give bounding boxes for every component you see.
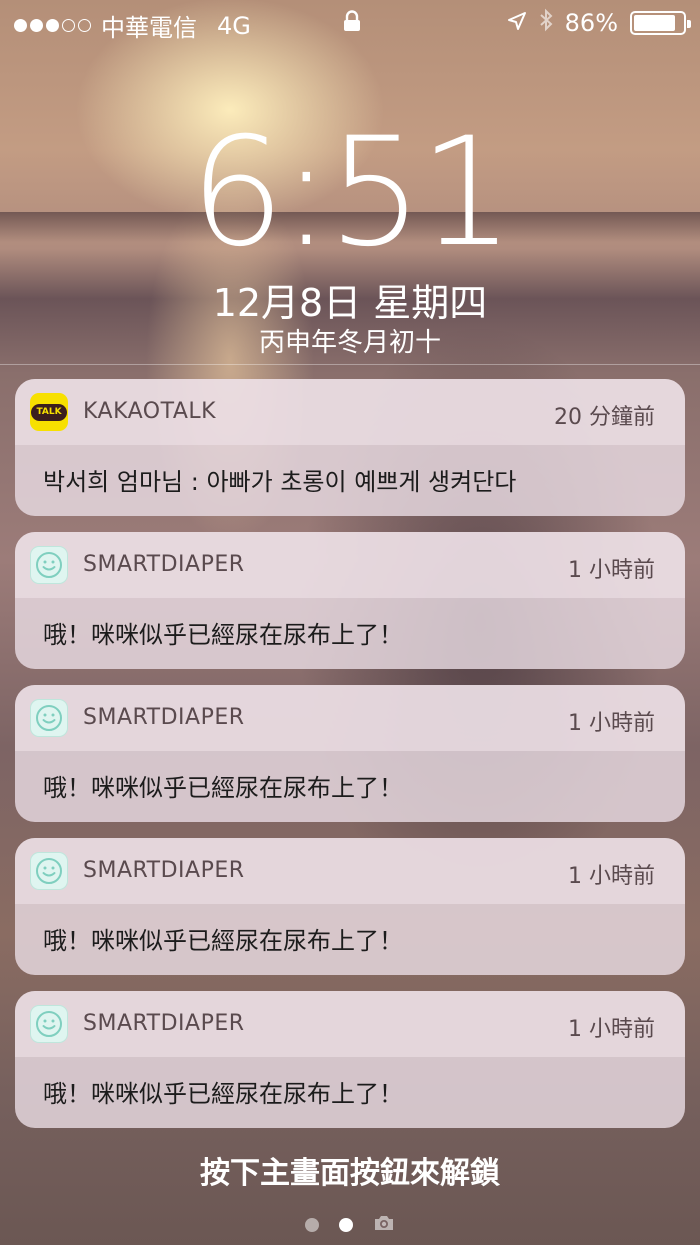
notification-message: 哦！咪咪似乎已經尿在尿布上了！ bbox=[43, 621, 403, 649]
notification-smartdiaper[interactable]: SMARTDIAPER 1 小時前 哦！咪咪似乎已經尿在尿布上了！ bbox=[15, 685, 685, 822]
divider bbox=[0, 364, 700, 365]
signal-strength-icon bbox=[14, 19, 91, 32]
notification-app-name: SMARTDIAPER bbox=[83, 1011, 245, 1036]
notification-time: 20 分鐘前 bbox=[554, 405, 655, 430]
notification-kakaotalk[interactable]: TALK KAKAOTALK 20 分鐘前 박서희 엄마님 : 아빠가 초롱이 … bbox=[15, 379, 685, 516]
smiley-icon bbox=[30, 1005, 68, 1043]
battery-percent: 86% bbox=[564, 9, 618, 37]
status-bar: 中華電信 4G 86% bbox=[0, 0, 700, 44]
smiley-icon bbox=[30, 546, 68, 584]
smiley-icon bbox=[30, 852, 68, 890]
notification-message: 哦！咪咪似乎已經尿在尿布上了！ bbox=[43, 927, 403, 955]
notification-app-name: SMARTDIAPER bbox=[83, 705, 245, 730]
notification-app-name: SMARTDIAPER bbox=[83, 552, 245, 577]
notification-app-name: SMARTDIAPER bbox=[83, 858, 245, 883]
camera-icon[interactable] bbox=[373, 1214, 395, 1236]
lock-icon bbox=[343, 10, 361, 38]
page-indicator bbox=[0, 1214, 700, 1236]
notification-time: 1 小時前 bbox=[568, 711, 655, 736]
page-dot[interactable] bbox=[305, 1218, 319, 1232]
battery-icon bbox=[630, 11, 691, 35]
notification-smartdiaper[interactable]: SMARTDIAPER 1 小時前 哦！咪咪似乎已經尿在尿布上了！ bbox=[15, 838, 685, 975]
notification-time: 1 小時前 bbox=[568, 1017, 655, 1042]
smiley-icon bbox=[30, 699, 68, 737]
notification-message: 박서희 엄마님 : 아빠가 초롱이 예쁘게 생켜단다 bbox=[43, 468, 517, 496]
lock-screen-date: 12月8日 星期四 bbox=[212, 281, 488, 325]
carrier-name: 中華電信 bbox=[101, 14, 197, 42]
bluetooth-icon bbox=[539, 8, 553, 38]
kakaotalk-icon: TALK bbox=[30, 393, 68, 431]
notification-message: 哦！咪咪似乎已經尿在尿布上了！ bbox=[43, 1080, 403, 1108]
lock-screen-time: 6:51 bbox=[189, 106, 515, 280]
network-type: 4G bbox=[217, 11, 251, 40]
notification-time: 1 小時前 bbox=[568, 558, 655, 583]
notification-smartdiaper[interactable]: SMARTDIAPER 1 小時前 哦！咪咪似乎已經尿在尿布上了！ bbox=[15, 532, 685, 669]
notification-app-name: KAKAOTALK bbox=[83, 399, 217, 424]
unlock-hint: 按下主畫面按鈕來解鎖 bbox=[200, 1156, 500, 1191]
notification-time: 1 小時前 bbox=[568, 864, 655, 889]
lunar-date: 丙申年冬月初十 bbox=[258, 328, 441, 358]
notification-message: 哦！咪咪似乎已經尿在尿布上了！ bbox=[43, 774, 403, 802]
notification-smartdiaper[interactable]: SMARTDIAPER 1 小時前 哦！咪咪似乎已經尿在尿布上了！ bbox=[15, 991, 685, 1128]
location-icon bbox=[507, 9, 527, 37]
page-dot-current[interactable] bbox=[339, 1218, 353, 1232]
